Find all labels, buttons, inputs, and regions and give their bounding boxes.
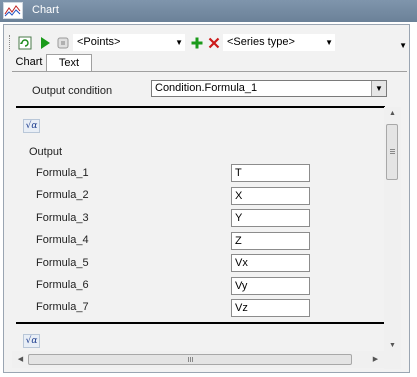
toolbar-overflow-icon[interactable]: ▼ xyxy=(399,41,407,50)
formula-label: Formula_5 xyxy=(36,257,89,269)
scrollbar-corner xyxy=(384,352,401,369)
points-combo-value: <Points> xyxy=(77,36,121,48)
formula-5-input[interactable]: Vx xyxy=(231,254,310,272)
window-title: Chart xyxy=(32,4,59,16)
output-heading: Output xyxy=(29,146,63,158)
formula-label: Formula_2 xyxy=(36,189,89,201)
title-bar: Chart xyxy=(0,0,417,22)
scroll-down-icon[interactable]: ▼ xyxy=(384,342,401,349)
scroll-left-icon[interactable]: ◀ xyxy=(12,355,29,363)
horizontal-scroll-thumb[interactable] xyxy=(28,354,352,365)
vertical-scrollbar[interactable]: ▲ ▼ xyxy=(384,107,401,352)
play-icon[interactable] xyxy=(37,35,53,51)
formula-2-input[interactable]: X xyxy=(231,187,310,205)
formula-label: Formula_6 xyxy=(36,279,89,291)
formula-1-input[interactable]: T xyxy=(231,164,310,182)
points-combo[interactable]: <Points> ▼ xyxy=(73,34,185,51)
delete-icon[interactable] xyxy=(206,35,222,51)
formula-label: Formula_1 xyxy=(36,167,89,179)
series-type-combo[interactable]: <Series type> ▼ xyxy=(223,34,335,51)
section-divider xyxy=(16,322,385,324)
formula-label: Formula_4 xyxy=(36,234,89,246)
formula-6-input[interactable]: Vy xyxy=(231,277,310,295)
formula-icon[interactable]: √α xyxy=(23,119,40,133)
chevron-down-icon: ▼ xyxy=(325,38,333,47)
output-condition-label: Output condition xyxy=(32,85,113,97)
stop-icon[interactable] xyxy=(55,35,71,51)
scroll-up-icon[interactable]: ▲ xyxy=(384,110,401,117)
chart-icon xyxy=(3,2,23,19)
text-tab-content: Output condition Condition.Formula_1 ▼ √… xyxy=(13,72,387,370)
refresh-icon[interactable] xyxy=(17,35,33,51)
vertical-scroll-thumb[interactable] xyxy=(386,124,398,180)
formula-4-input[interactable]: Z xyxy=(231,232,310,250)
series-type-combo-value: <Series type> xyxy=(227,36,295,48)
scroll-right-icon[interactable]: ▶ xyxy=(367,355,384,363)
tab-text[interactable]: Text xyxy=(46,54,92,72)
add-icon[interactable] xyxy=(189,35,205,51)
formula-7-input[interactable]: Vz xyxy=(231,299,310,317)
formula-label: Formula_7 xyxy=(36,301,89,313)
section-divider xyxy=(16,106,385,108)
tab-chart[interactable]: Chart xyxy=(14,54,44,71)
output-condition-value: Condition.Formula_1 xyxy=(155,82,258,94)
chevron-down-icon: ▼ xyxy=(175,38,183,47)
toolbar-grip[interactable] xyxy=(9,35,13,51)
formula-3-input[interactable]: Y xyxy=(231,209,310,227)
chevron-down-icon: ▼ xyxy=(371,81,386,96)
formula-icon[interactable]: √α xyxy=(23,334,40,348)
output-condition-select[interactable]: Condition.Formula_1 ▼ xyxy=(151,80,387,97)
horizontal-scrollbar[interactable]: ◀ ▶ xyxy=(12,351,384,368)
toolbar: <Points> ▼ <Series type> ▼ ▼ xyxy=(9,33,407,53)
formula-label: Formula_3 xyxy=(36,212,89,224)
